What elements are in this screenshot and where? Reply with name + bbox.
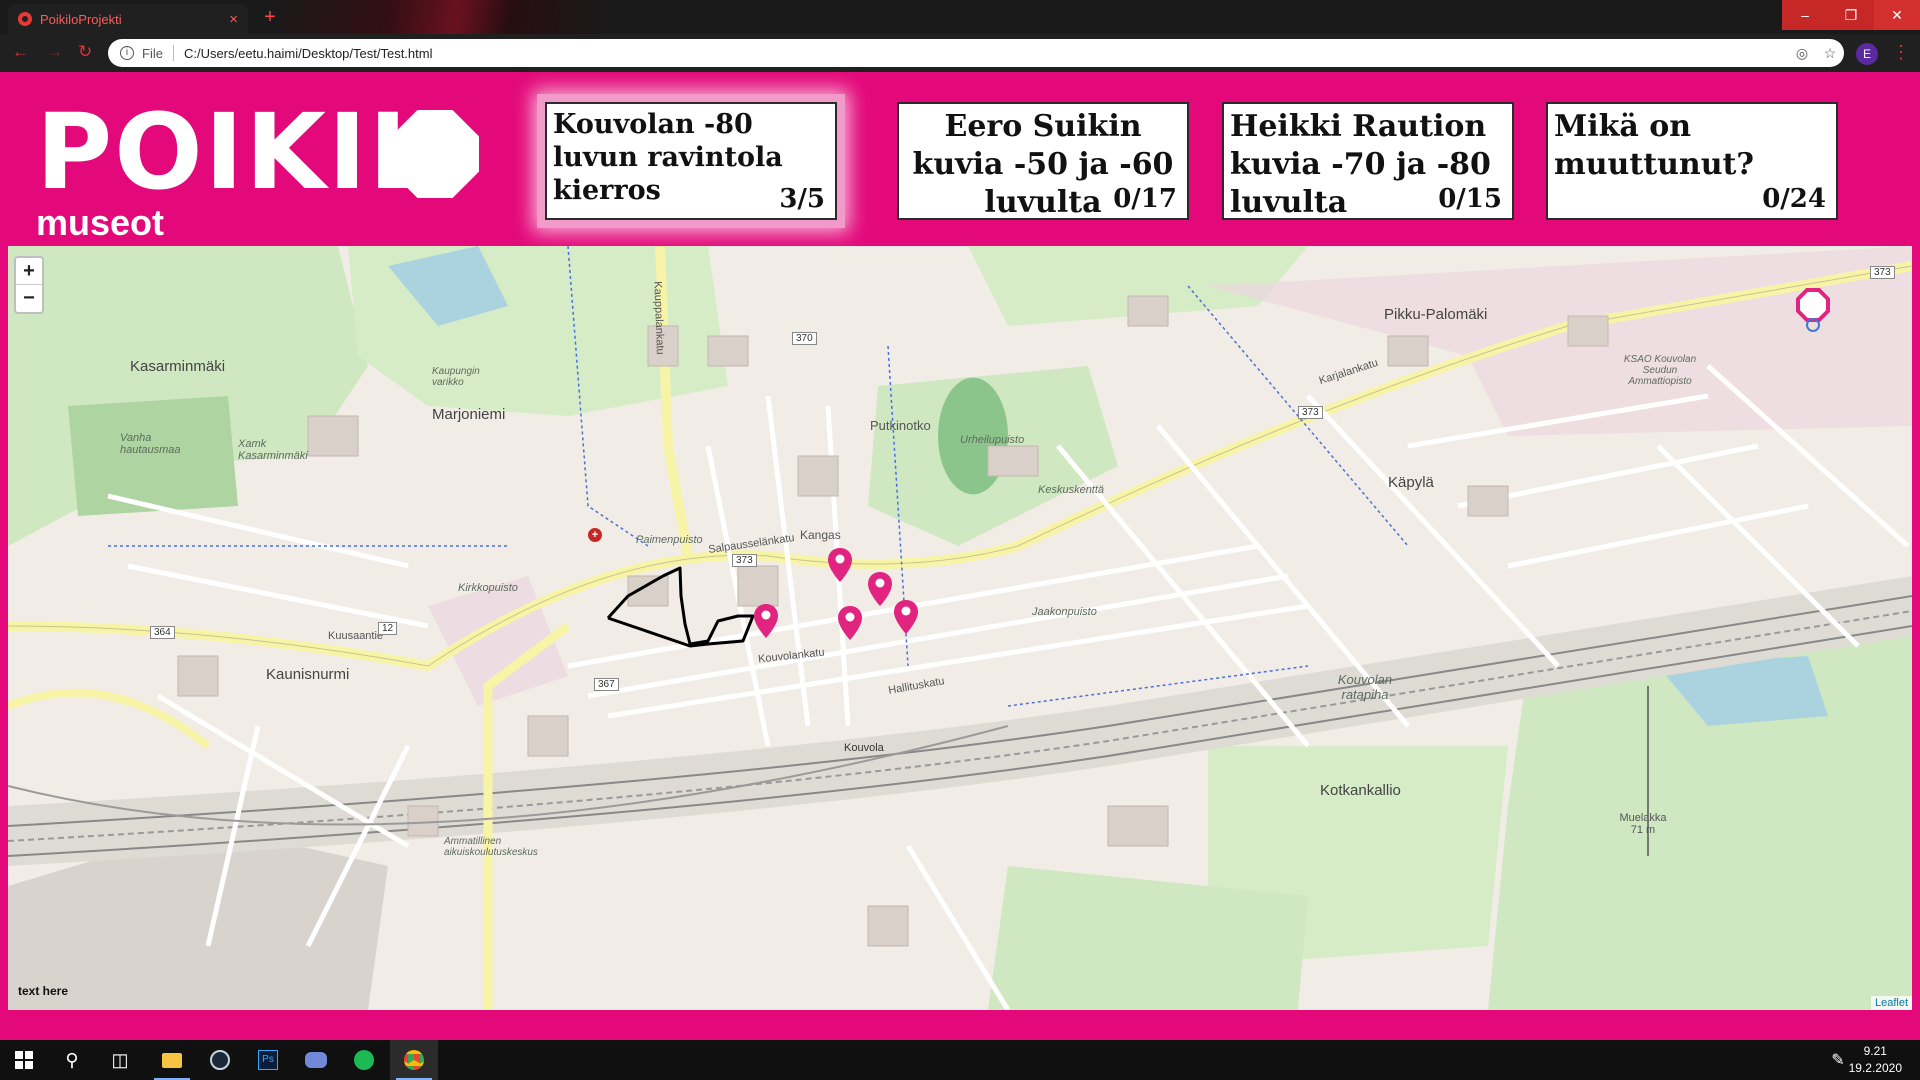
clock[interactable]: 9.21 19.2.2020 <box>1849 1043 1902 1077</box>
close-window-button[interactable]: ✕ <box>1874 0 1920 30</box>
tour-card-ravintola[interactable]: Kouvolan -80 luvun ravintola kierros 3/5 <box>545 102 837 220</box>
tour-card-title: Mikä on muuttunut? <box>1554 109 1754 182</box>
poikilo-logo: POIKIL museot <box>36 91 479 243</box>
map-label: Muelakka 71 m <box>1619 812 1667 836</box>
info-icon[interactable]: i <box>120 46 134 60</box>
road-shield: 373 <box>732 554 757 567</box>
location-pin-icon[interactable] <box>838 606 862 640</box>
page: POIKIL museot Kouvolan -80 luvun ravinto… <box>0 72 1920 1040</box>
tour-card-muuttunut[interactable]: Mikä on muuttunut? 0/24 <box>1546 102 1838 220</box>
location-icon[interactable]: ◎ <box>1788 45 1816 62</box>
photoshop-icon[interactable]: Ps <box>244 1040 292 1080</box>
address-bar[interactable]: i File C:/Users/eetu.haimi/Desktop/Test/… <box>108 39 1844 67</box>
clock-date: 19.2.2020 <box>1848 1061 1902 1075</box>
new-tab-button[interactable]: + <box>258 6 282 29</box>
zoom-in-button[interactable]: + <box>16 258 42 285</box>
logo-subtitle: museot <box>36 202 165 243</box>
hospital-icon: + <box>588 528 602 542</box>
map-label: Pikku-Palomäki <box>1384 306 1488 323</box>
road-shield: 367 <box>594 678 619 691</box>
taskbar: ⚲ ◫ Ps ✎ 9.21 19.2.2020 <box>0 1040 1920 1080</box>
tab-title: PoikiloProjekti <box>40 11 122 27</box>
discord-icon[interactable] <box>292 1040 340 1080</box>
tour-card-progress: 0/17 <box>1113 184 1177 214</box>
browser-toolbar: ← → ↻ i File C:/Users/eetu.haimi/Desktop… <box>0 34 1920 72</box>
map-label: Kangas <box>800 528 841 542</box>
road-shield: 373 <box>1870 266 1895 279</box>
file-explorer-icon[interactable] <box>148 1040 196 1080</box>
divider <box>172 45 174 61</box>
tour-card-progress: 0/24 <box>1762 184 1826 214</box>
favicon-icon <box>18 12 32 26</box>
octagon-marker-inner <box>1800 292 1826 318</box>
tour-card-rautio[interactable]: Heikki Raution kuvia -70 ja -80 luvulta … <box>1222 102 1514 220</box>
map-label: Vanha hautausmaa <box>120 432 181 456</box>
map-label: Kauppalankatu <box>651 281 666 355</box>
clock-time: 9.21 <box>1863 1044 1887 1058</box>
road-shield: 364 <box>150 626 175 639</box>
map-label: Kaupungin varikko <box>432 366 480 388</box>
location-pin-icon[interactable] <box>754 604 778 638</box>
maximize-button[interactable]: ❐ <box>1828 0 1874 30</box>
map-label: Kouvola <box>844 742 884 754</box>
steam-icon[interactable] <box>196 1040 244 1080</box>
logo-word: POIKIL <box>36 91 437 213</box>
logo-octagon-icon <box>391 110 479 198</box>
tour-card-progress: 3/5 <box>779 184 825 214</box>
location-pin-icon[interactable] <box>828 548 852 582</box>
road-shield: 12 <box>378 622 398 635</box>
map-label: Kouvolan ratapiha <box>1337 672 1393 702</box>
user-location-icon <box>1806 318 1820 332</box>
map-label: Ammatillinen aikuiskoulutuskeskus <box>444 836 538 858</box>
map-label: Keskuskenttä <box>1038 484 1105 496</box>
back-arrow-icon[interactable]: ← <box>12 42 29 62</box>
leaflet-attribution-link[interactable]: Leaflet <box>1870 996 1912 1010</box>
location-pin-icon[interactable] <box>868 572 892 606</box>
map-label: Putkinotko <box>870 418 931 433</box>
menu-dots-icon[interactable]: ⋮ <box>1892 42 1910 63</box>
search-icon[interactable]: ⚲ <box>48 1040 96 1080</box>
spotify-icon[interactable] <box>340 1040 388 1080</box>
chrome-icon[interactable] <box>390 1040 438 1080</box>
minimize-button[interactable]: – <box>1782 0 1828 30</box>
map-label: Kuusaantie <box>328 630 384 642</box>
task-view-icon[interactable]: ◫ <box>96 1040 144 1080</box>
map-label: Xamk Kasarminmäki <box>238 438 308 462</box>
road-shield: 370 <box>792 332 817 345</box>
map-label: Kirkkopuisto <box>458 582 518 594</box>
map-label: Urheilupuisto <box>960 434 1025 446</box>
scheme-label: File <box>142 45 163 61</box>
map-label: KSAO Kouvolan Seudun Ammattiopisto <box>1623 354 1697 387</box>
tour-card-suikki[interactable]: Eero Suikin kuvia -50 ja -60 luvulta 0/1… <box>897 102 1189 220</box>
map-label: Kotkankallio <box>1320 782 1401 799</box>
zoom-out-button[interactable]: − <box>16 285 42 312</box>
location-pin-icon[interactable] <box>894 600 918 634</box>
windows-start-icon[interactable] <box>0 1040 48 1080</box>
tour-card-progress: 0/15 <box>1438 184 1502 214</box>
map-label: Jaakonpuisto <box>1032 606 1097 618</box>
map-label: Marjoniemi <box>432 406 506 423</box>
leaflet-map[interactable]: + − Kasarminmäki Marjoniemi Vanha hautau… <box>8 246 1912 1010</box>
road-shield: 373 <box>1298 406 1323 419</box>
wallpaper-accent <box>270 0 610 34</box>
browser-tab[interactable]: PoikiloProjekti × <box>8 4 248 34</box>
bookmark-star-icon[interactable]: ☆ <box>1816 45 1844 62</box>
profile-avatar[interactable]: E <box>1856 43 1878 65</box>
map-label: Paimenpuisto <box>636 534 703 546</box>
reload-icon[interactable]: ↻ <box>78 42 92 62</box>
map-label: Kaunisnurmi <box>266 666 350 683</box>
map-label: Käpylä <box>1388 474 1434 491</box>
forward-arrow-icon[interactable]: → <box>46 42 63 62</box>
map-note: text here <box>18 984 69 998</box>
tab-close-icon[interactable]: × <box>229 11 238 28</box>
map-label: Kasarminmäki <box>130 358 226 375</box>
zoom-control: + − <box>14 256 44 314</box>
url-text[interactable]: C:/Users/eetu.haimi/Desktop/Test/Test.ht… <box>184 46 1788 61</box>
browser-tab-bar: PoikiloProjekti × + – ❐ ✕ <box>0 0 1920 34</box>
